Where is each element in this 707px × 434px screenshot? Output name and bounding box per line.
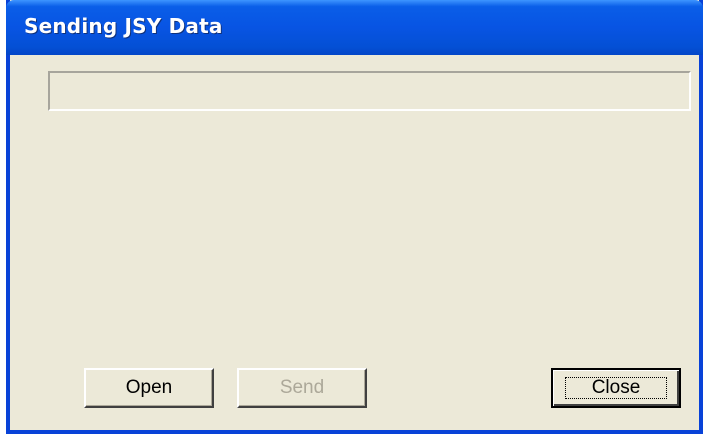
window-title: Sending JSY Data xyxy=(24,14,223,38)
title-bar[interactable]: Sending JSY Data xyxy=(6,0,703,55)
dialog-window: Sending JSY Data Open Send Close xyxy=(6,0,703,434)
close-button-label: Close xyxy=(565,377,667,399)
send-button[interactable]: Send xyxy=(237,368,367,408)
open-button[interactable]: Open xyxy=(84,368,214,408)
close-button[interactable]: Close xyxy=(551,368,681,408)
send-button-label: Send xyxy=(279,377,325,398)
open-button-label: Open xyxy=(125,377,173,398)
progress-bar xyxy=(48,71,691,111)
